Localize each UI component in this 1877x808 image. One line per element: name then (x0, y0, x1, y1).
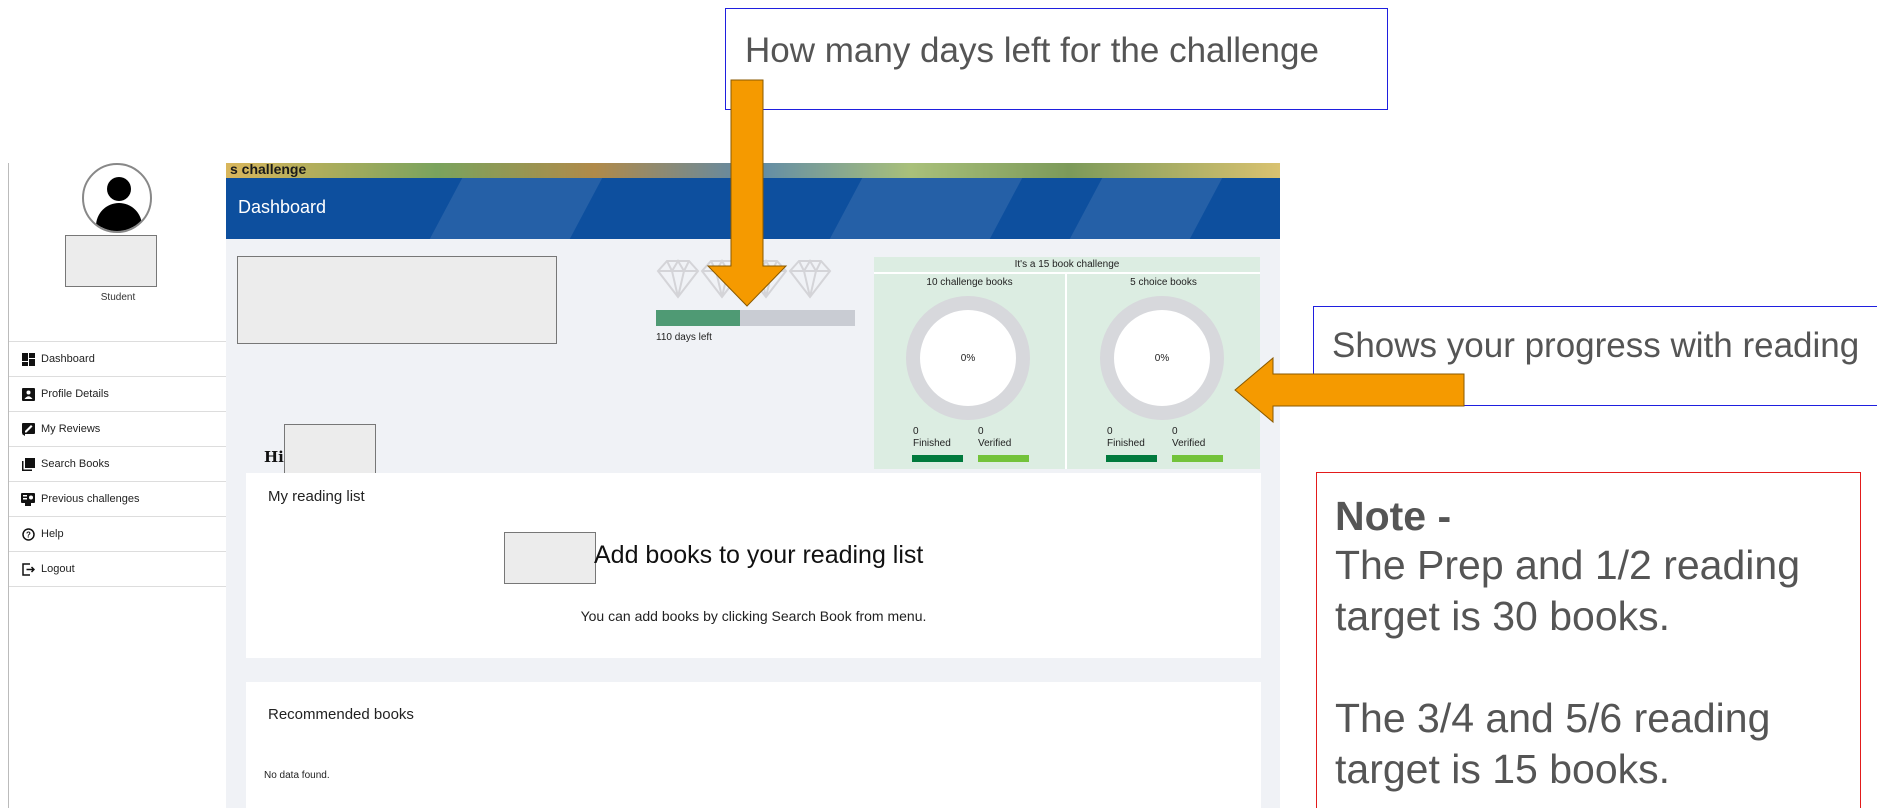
column-divider (1065, 274, 1067, 469)
page-title: Dashboard (238, 197, 327, 217)
sidebar-item-my-reviews[interactable]: My Reviews (9, 412, 227, 447)
sidebar-item-label: Profile Details (41, 388, 109, 400)
user-role: Student (100, 292, 136, 303)
redacted-school-info (237, 256, 557, 344)
avatar-body (96, 203, 142, 231)
callout-text: How many days left for the challenge (745, 31, 1319, 70)
sidebar-nav: Dashboard Profile Details My Reviews Sea… (9, 341, 227, 587)
redacted-student-name (284, 424, 376, 476)
column-title: 5 choice books (1130, 277, 1197, 288)
header-decoration (829, 178, 1023, 239)
verified-count: 0 (1172, 426, 1178, 437)
days-left-label: 110 days left (656, 332, 712, 343)
sidebar-item-dashboard[interactable]: Dashboard (9, 342, 227, 377)
sidebar-item-label: Logout (41, 563, 75, 575)
finished-bar (912, 455, 963, 462)
sidebar-item-profile-details[interactable]: Profile Details (9, 377, 227, 412)
verified-bar (978, 455, 1029, 462)
verified-count: 0 (978, 426, 984, 437)
note-line: The 3/4 and 5/6 reading (1335, 695, 1771, 741)
sidebar-item-label: My Reviews (41, 423, 101, 435)
sidebar-item-previous-challenges[interactable]: Previous challenges (9, 482, 227, 517)
header-decoration (429, 178, 603, 239)
days-left-callout: How many days left for the challenge (725, 8, 1388, 110)
note-heading: Note - (1335, 493, 1452, 539)
finished-stat: 0 Finished (913, 426, 951, 450)
add-books-heading: Add books to your reading list (594, 541, 924, 569)
sidebar-item-search-books[interactable]: Search Books (9, 447, 227, 482)
note-line (1335, 642, 1800, 693)
help-icon: ? (21, 527, 35, 541)
column-title: 10 challenge books (926, 277, 1013, 288)
choice-books-column: 5 choice books 0% 0 Finished 0 Verified (1068, 274, 1259, 469)
verified-label: Verified (1172, 438, 1206, 449)
finished-label: Finished (913, 438, 951, 449)
sidebar-item-label: Dashboard (41, 353, 95, 365)
reading-target-panel: It's a 15 book challenge 10 challenge bo… (874, 257, 1260, 469)
finished-count: 0 (1107, 426, 1113, 437)
redacted-username (65, 235, 157, 287)
challenge-progress-bar (656, 310, 855, 326)
finished-stat: 0 Finished (1107, 426, 1145, 450)
target-heading: It's a 15 book challenge (874, 257, 1260, 274)
dashboard-content: 110 days left It's a 15 book challenge 1… (226, 239, 1280, 808)
note-line: target is 15 books. (1335, 746, 1671, 792)
dashboard-icon (21, 352, 35, 366)
diamond-icon (788, 259, 832, 299)
left-arrow (1234, 356, 1465, 424)
header-decoration (1069, 178, 1223, 239)
reading-list-card: My reading list Add books to your readin… (246, 473, 1261, 658)
history-icon (21, 492, 35, 506)
verified-bar (1172, 455, 1223, 462)
banner-text: s challenge (230, 163, 307, 177)
sidebar-item-label: Search Books (41, 458, 110, 470)
svg-text:?: ? (26, 530, 31, 539)
sidebar-item-logout[interactable]: Logout (9, 552, 227, 587)
challenge-books-column: 10 challenge books 0% 0 Finished 0 Verifie… (874, 274, 1065, 469)
finished-bar (1106, 455, 1157, 462)
verified-stat: 0 Verified (978, 426, 1011, 450)
sidebar: Student Dashboard Profile Details My Rev… (8, 163, 228, 808)
empty-state: No data found. (264, 770, 330, 781)
recommended-books-card: Recommended books No data found. (246, 682, 1261, 808)
note-callout: Note - The Prep and 1/2 reading target i… (1316, 472, 1861, 808)
sidebar-item-label: Help (41, 528, 64, 540)
sidebar-item-help[interactable]: ? Help (9, 517, 227, 552)
profile-icon (21, 387, 35, 401)
verified-label: Verified (978, 438, 1012, 449)
finished-label: Finished (1107, 438, 1145, 449)
note-line: The Prep and 1/2 reading (1335, 542, 1800, 588)
reading-list-title: My reading list (268, 488, 365, 505)
challenge-progress-fill (656, 310, 740, 326)
ring-percent: 0% (1154, 352, 1170, 364)
verified-stat: 0 Verified (1172, 426, 1205, 450)
logout-icon (21, 562, 35, 576)
finished-count: 0 (913, 426, 919, 437)
down-arrow (706, 79, 788, 307)
avatar-head (107, 177, 131, 201)
progress-ring: 0% (1100, 296, 1224, 420)
avatar (82, 163, 152, 233)
add-books-hint: You can add books by clicking Search Boo… (580, 608, 927, 624)
redacted-book-image (504, 532, 596, 584)
recommended-title: Recommended books (268, 706, 414, 723)
progress-ring: 0% (906, 296, 1030, 420)
books-icon (21, 457, 35, 471)
note-body: Note - The Prep and 1/2 reading target i… (1335, 493, 1800, 795)
note-line: target is 30 books. (1335, 593, 1671, 639)
review-icon (21, 422, 35, 436)
ring-percent: 0% (960, 352, 976, 364)
diamond-icon (656, 259, 700, 299)
greeting: Hi (264, 448, 284, 466)
sidebar-item-label: Previous challenges (41, 493, 140, 505)
